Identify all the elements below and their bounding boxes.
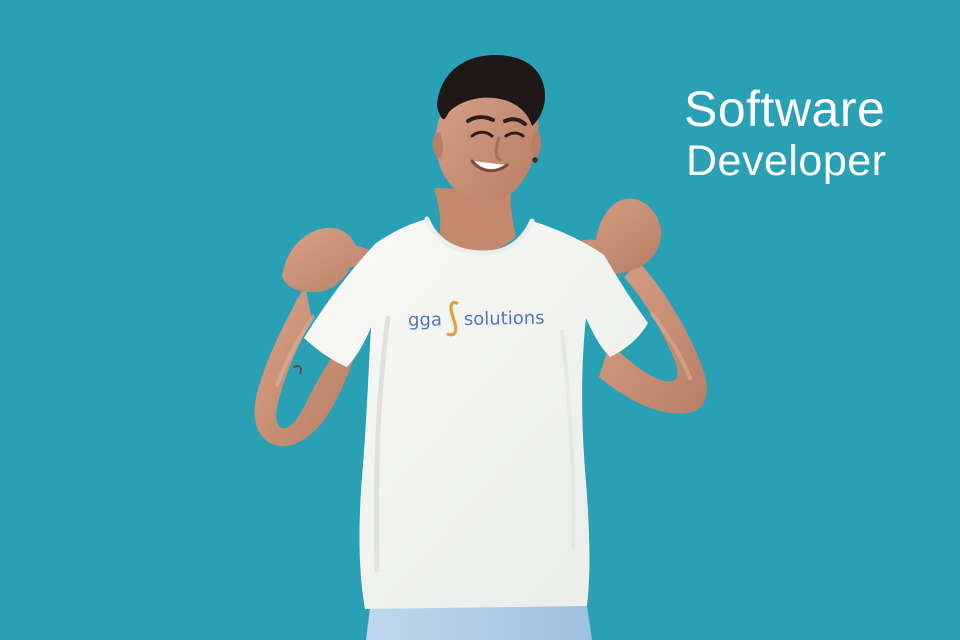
shirt-logo-part-1: gga [407,308,443,331]
shirt-logo: gga solutions [408,298,545,341]
earring [532,157,538,163]
integral-symbol-icon [446,300,459,337]
headline: Software Developer [684,84,887,183]
headline-line-1: Software [684,81,886,137]
shirt-logo-part-2: solutions [463,307,545,330]
promo-scene: Software Developer gga solutions [0,0,960,640]
headline-line-2: Developer [686,137,887,185]
